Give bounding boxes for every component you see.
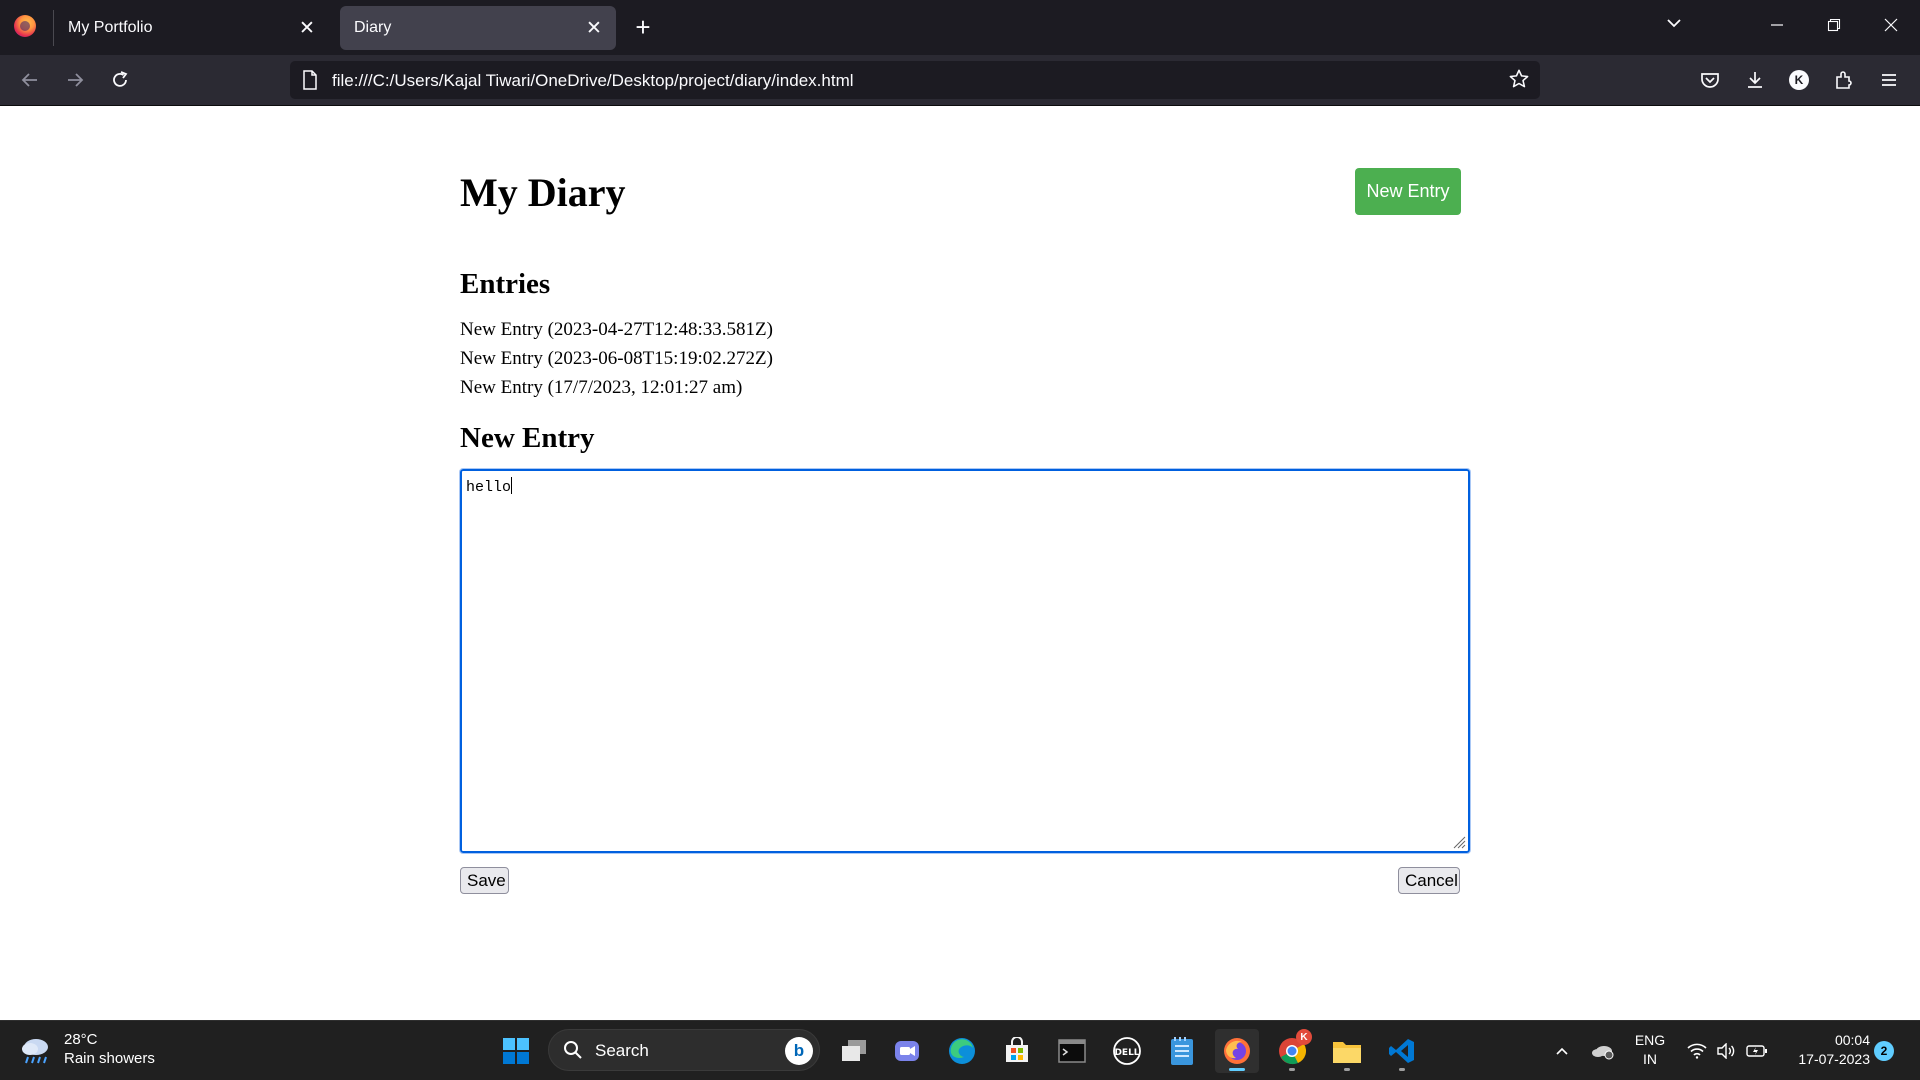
onedrive-icon[interactable] [1588,1029,1618,1073]
running-indicator [1289,1068,1295,1071]
chrome-profile-badge: K [1296,1029,1312,1045]
cancel-button[interactable]: Cancel [1398,867,1460,894]
running-indicator [1399,1068,1405,1071]
page-icon [302,70,318,95]
notepad-icon[interactable] [1160,1029,1204,1073]
windows-taskbar: 28°C Rain showers Search b DELL K ENG IN… [0,1020,1920,1080]
svg-text:DELL: DELL [1114,1048,1139,1058]
url-bar[interactable]: file:///C:/Users/Kajal Tiwari/OneDrive/D… [290,61,1540,99]
clock-time: 00:04 [1834,1032,1870,1048]
star-icon[interactable] [1508,68,1530,95]
language-line2: IN [1643,1051,1657,1067]
pocket-icon[interactable] [1694,64,1726,96]
weather-temp: 28°C [64,1031,98,1048]
notification-badge[interactable]: 2 [1874,1041,1894,1061]
tab-my-portfolio[interactable]: My Portfolio ✕ [54,6,329,50]
task-view-icon[interactable] [832,1029,876,1073]
tab-title: Diary [354,19,392,36]
weather-desc: Rain showers [64,1050,155,1067]
start-icon[interactable] [494,1029,538,1073]
dell-icon[interactable]: DELL [1105,1029,1149,1073]
battery-icon[interactable] [1744,1029,1770,1073]
back-arrow-icon[interactable] [14,64,46,96]
bing-icon[interactable]: b [785,1037,813,1065]
minimize-icon[interactable] [1757,10,1797,44]
firefox-logo-icon[interactable] [14,15,36,37]
navigation-toolbar: file:///C:/Users/Kajal Tiwari/OneDrive/D… [0,55,1920,106]
list-item[interactable]: New Entry (2023-04-27T12:48:33.581Z) [460,315,773,344]
vscode-icon[interactable] [1380,1029,1424,1073]
new-entry-heading: New Entry [460,422,595,454]
account-icon[interactable]: K [1783,64,1815,96]
forward-arrow-icon[interactable] [59,64,91,96]
active-indicator [1229,1068,1245,1071]
teams-icon[interactable] [885,1029,929,1073]
volume-icon[interactable] [1713,1029,1739,1073]
account-avatar: K [1789,70,1809,90]
clock-date: 17-07-2023 [1798,1051,1870,1067]
file-explorer-icon[interactable] [1325,1029,1369,1073]
running-indicator [1344,1068,1350,1071]
tab-diary[interactable]: Diary ✕ [340,6,616,50]
clock[interactable]: 00:04 17-07-2023 [1780,1031,1870,1069]
entry-text: hello [466,479,512,496]
page-title: My Diary [460,170,626,215]
download-icon[interactable] [1739,64,1771,96]
save-button[interactable]: Save [460,867,509,894]
text-cursor [511,477,513,494]
reload-icon[interactable] [104,64,136,96]
plus-icon[interactable]: + [628,14,658,42]
close-icon[interactable]: ✕ [295,16,319,40]
new-entry-button[interactable]: New Entry [1355,168,1461,215]
language-line1: ENG [1634,1032,1666,1048]
tab-title: My Portfolio [68,19,153,36]
edge-icon[interactable] [940,1029,984,1073]
list-item[interactable]: New Entry (17/7/2023, 12:01:27 am) [460,373,773,402]
resize-grip-icon[interactable] [1452,835,1466,849]
chevron-down-icon[interactable] [1660,14,1688,42]
chrome-icon[interactable]: K [1270,1029,1314,1073]
rain-cloud-icon [22,1039,48,1064]
wifi-icon[interactable] [1684,1029,1710,1073]
store-icon[interactable] [995,1029,1039,1073]
extensions-icon[interactable] [1828,64,1860,96]
menu-icon[interactable] [1873,64,1905,96]
url-text: file:///C:/Users/Kajal Tiwari/OneDrive/D… [332,71,854,90]
terminal-icon[interactable] [1050,1029,1094,1073]
entry-textarea[interactable]: hello [459,468,1471,854]
entries-list: New Entry (2023-04-27T12:48:33.581Z) New… [460,315,773,402]
browser-tab-strip: My Portfolio ✕ Diary ✕ + [0,0,1920,55]
taskbar-search[interactable]: Search b [548,1029,820,1071]
search-label: Search [595,1041,649,1060]
firefox-taskbar-icon[interactable] [1215,1029,1259,1073]
entries-heading: Entries [460,268,551,300]
close-icon[interactable]: ✕ [582,16,606,40]
language-indicator[interactable]: ENG IN [1630,1031,1670,1069]
chevron-up-icon[interactable] [1550,1029,1574,1073]
list-item[interactable]: New Entry (2023-06-08T15:19:02.272Z) [460,344,773,373]
page-content: My Diary New Entry Entries New Entry (20… [0,107,1920,1020]
search-icon [563,1040,583,1065]
close-window-icon[interactable] [1871,10,1911,44]
restore-icon[interactable] [1814,10,1854,44]
